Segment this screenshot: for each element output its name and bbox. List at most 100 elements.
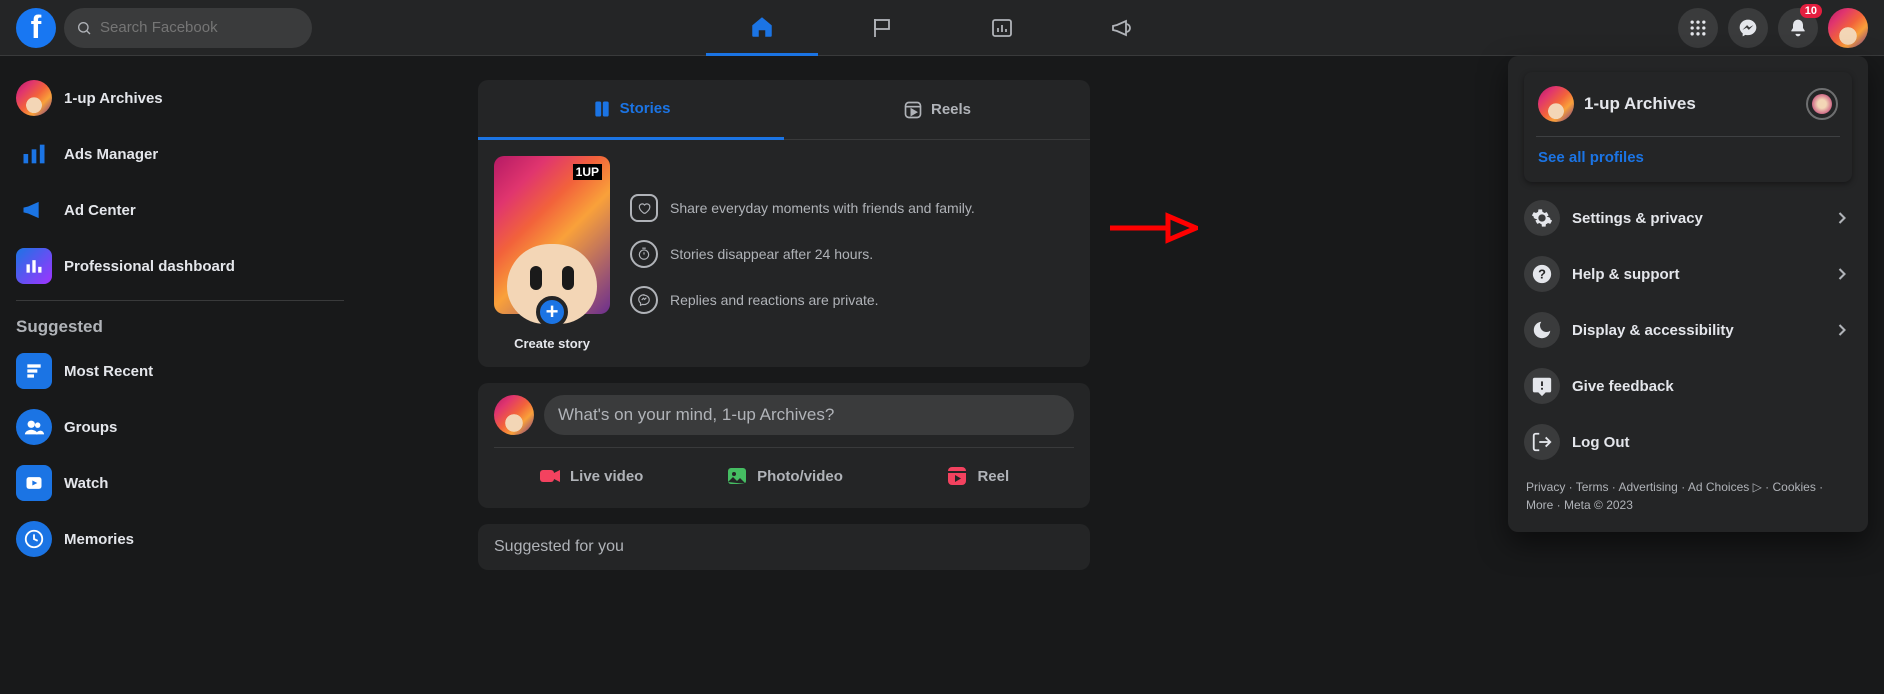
tab-reels-label: Reels [931, 101, 971, 118]
chart-icon [990, 16, 1014, 40]
chevron-right-icon [1832, 320, 1852, 340]
avatar-icon [16, 80, 52, 116]
reels-icon [903, 100, 923, 120]
megaphone-icon [1110, 16, 1134, 40]
chevron-right-icon [1832, 208, 1852, 228]
sidebar-watch[interactable]: Watch [8, 457, 352, 509]
footer-cookies[interactable]: Cookies [1772, 480, 1815, 494]
question-icon: ? [1524, 256, 1560, 292]
sidebar-profile-label: 1-up Archives [64, 90, 163, 107]
tab-stories[interactable]: Stories [478, 80, 784, 140]
footer-terms[interactable]: Terms [1576, 480, 1609, 494]
composer-reel[interactable]: Reel [881, 456, 1074, 496]
sidebar-item-label: Watch [64, 475, 108, 492]
create-story-tile[interactable]: 1UP + Create story [494, 156, 610, 351]
dropdown-item-label: Settings & privacy [1572, 210, 1703, 227]
info-line-1: Share everyday moments with friends and … [630, 194, 1074, 222]
divider [16, 300, 344, 301]
search-box[interactable] [64, 8, 312, 48]
create-story-label: Create story [494, 336, 610, 351]
search-input[interactable] [100, 19, 300, 36]
facebook-logo[interactable]: f [16, 8, 56, 48]
groups-icon [16, 409, 52, 445]
composer-avatar[interactable] [494, 395, 534, 435]
sidebar-ad-center[interactable]: Ad Center [8, 184, 352, 236]
divider [1536, 136, 1840, 137]
footer-privacy[interactable]: Privacy [1526, 480, 1565, 494]
sidebar-profile[interactable]: 1-up Archives [8, 72, 352, 124]
nav-insights[interactable] [946, 2, 1058, 54]
recent-icon [16, 353, 52, 389]
heart-icon [630, 194, 658, 222]
composer-input[interactable]: What's on your mind, 1-up Archives? [544, 395, 1074, 435]
suggested-heading: Suggested [8, 309, 352, 345]
account-avatar[interactable] [1828, 8, 1868, 48]
dropdown-item-label: Log Out [1572, 434, 1629, 451]
messenger-button[interactable] [1728, 8, 1768, 48]
dropdown-logout[interactable]: Log Out [1516, 414, 1860, 470]
home-icon [749, 14, 775, 40]
sidebar-item-label: Groups [64, 419, 117, 436]
oneup-badge: 1UP [573, 164, 602, 180]
see-all-profiles-link[interactable]: See all profiles [1532, 145, 1844, 174]
stories-info: Share everyday moments with friends and … [630, 194, 1074, 314]
sidebar-item-label: Most Recent [64, 363, 153, 380]
info-line-2: Stories disappear after 24 hours. [630, 240, 1074, 268]
composer-photo-video[interactable]: Photo/video [687, 456, 880, 496]
stories-body: 1UP + Create story Share everyday moment… [478, 140, 1090, 367]
dropdown-profile-row[interactable]: 1-up Archives [1532, 80, 1844, 128]
dropdown-display-accessibility[interactable]: Display & accessibility [1516, 302, 1860, 358]
dropdown-item-label: Help & support [1572, 266, 1680, 283]
sidebar-most-recent[interactable]: Most Recent [8, 345, 352, 397]
tab-reels[interactable]: Reels [784, 80, 1090, 140]
footer-adchoices[interactable]: Ad Choices ▷ [1688, 480, 1762, 494]
dropdown-item-label: Display & accessibility [1572, 322, 1734, 339]
sidebar-item-label: Memories [64, 531, 134, 548]
composer-card: What's on your mind, 1-up Archives? Live… [478, 383, 1090, 508]
svg-text:?: ? [1538, 267, 1546, 282]
dropdown-footer: Privacy · Terms · Advertising · Ad Choic… [1516, 470, 1860, 524]
avatar-icon [1538, 86, 1574, 122]
notifications-button[interactable]: 10 [1778, 8, 1818, 48]
messenger-icon [1738, 18, 1758, 38]
footer-more[interactable]: More [1526, 498, 1553, 512]
dropdown-profile-card: 1-up Archives See all profiles [1524, 72, 1852, 182]
nav-home[interactable] [706, 0, 818, 56]
annotation-arrow [1108, 212, 1198, 244]
top-bar: f 10 [0, 0, 1884, 56]
sidebar-ads-manager[interactable]: Ads Manager [8, 128, 352, 180]
nav-ads[interactable] [1066, 2, 1178, 54]
feedback-icon [1524, 368, 1560, 404]
switch-profile-icon[interactable] [1806, 88, 1838, 120]
info-line-3: Replies and reactions are private. [630, 286, 1074, 314]
center-nav [702, 0, 1182, 56]
stories-tabs: Stories Reels [478, 80, 1090, 140]
composer-live-video[interactable]: Live video [494, 456, 687, 496]
footer-advertising[interactable]: Advertising [1618, 480, 1677, 494]
timer-icon [630, 240, 658, 268]
dropdown-give-feedback[interactable]: Give feedback [1516, 358, 1860, 414]
sidebar-pro-dashboard[interactable]: Professional dashboard [8, 240, 352, 292]
main-feed: Stories Reels 1UP + Create story [478, 56, 1090, 586]
sidebar-groups[interactable]: Groups [8, 401, 352, 453]
chevron-right-icon [1832, 264, 1852, 284]
sidebar-item-label: Ad Center [64, 202, 136, 219]
flag-icon [870, 16, 894, 40]
bell-icon [1788, 18, 1808, 38]
sidebar-item-label: Ads Manager [64, 146, 158, 163]
dropdown-settings-privacy[interactable]: Settings & privacy [1516, 190, 1860, 246]
topbar-right: 10 [1678, 8, 1868, 48]
dropdown-help-support[interactable]: ? Help & support [1516, 246, 1860, 302]
moon-icon [1524, 312, 1560, 348]
clock-icon [16, 521, 52, 557]
footer-meta: Meta © 2023 [1564, 498, 1633, 512]
nav-pages[interactable] [826, 2, 938, 54]
menu-grid-button[interactable] [1678, 8, 1718, 48]
megaphone-icon [16, 192, 52, 228]
plus-icon: + [536, 296, 568, 328]
sidebar-memories[interactable]: Memories [8, 513, 352, 565]
dropdown-profile-name: 1-up Archives [1584, 94, 1696, 114]
gear-icon [1524, 200, 1560, 236]
bars-icon [16, 136, 52, 172]
suggested-for-you-card: Suggested for you [478, 524, 1090, 570]
